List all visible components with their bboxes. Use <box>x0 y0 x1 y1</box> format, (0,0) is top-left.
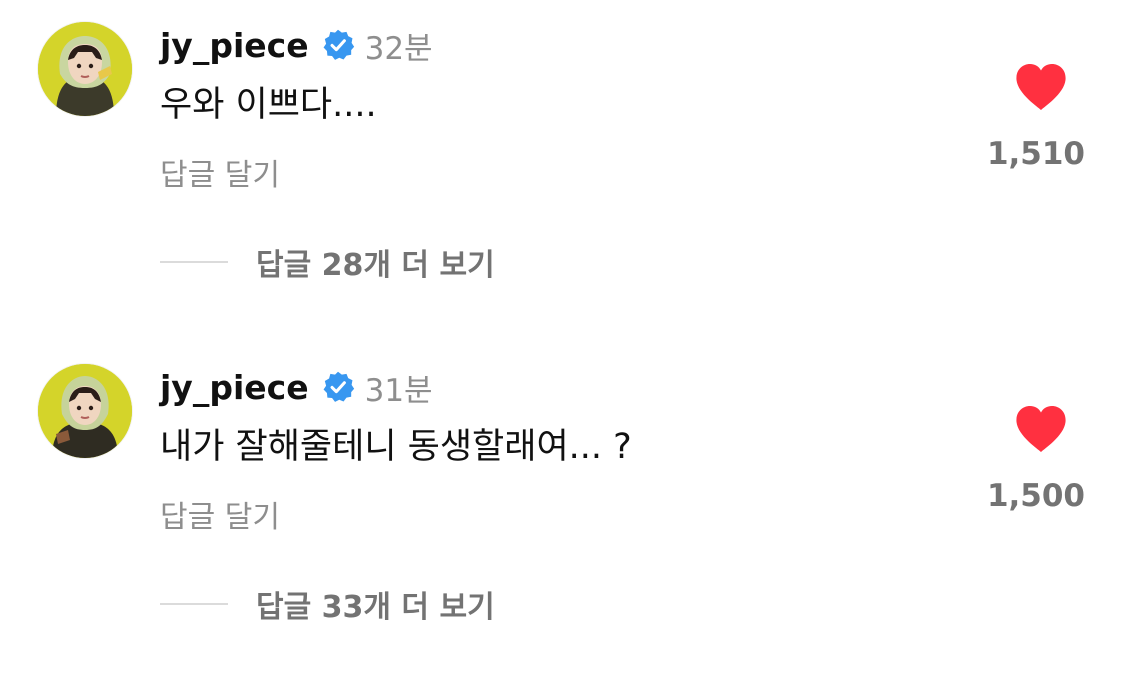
avatar[interactable] <box>38 364 132 458</box>
view-more-replies-label: 답글 33개 더 보기 <box>256 590 495 625</box>
verified-badge-icon <box>321 28 355 62</box>
reply-button[interactable]: 답글 달기 <box>160 150 280 194</box>
comment-item: jy_piece 31분 내가 잘해줄테니 동생할래여... ? 답글 달기 답… <box>0 342 1125 682</box>
reply-button[interactable]: 답글 달기 <box>160 492 280 536</box>
heart-icon[interactable] <box>1014 404 1068 454</box>
comment-time: 32분 <box>364 30 433 67</box>
comment-header: jy_piece 31분 <box>160 364 433 410</box>
view-more-replies-button[interactable]: 답글 33개 더 보기 <box>160 584 495 625</box>
verified-badge-icon <box>321 370 355 404</box>
view-more-replies-button[interactable]: 답글 28개 더 보기 <box>160 242 495 283</box>
comment-text: 내가 잘해줄테니 동생할래여... ? <box>160 427 632 467</box>
heart-icon[interactable] <box>1014 62 1068 112</box>
comment-header: jy_piece 32분 <box>160 22 433 68</box>
divider-line <box>160 603 228 605</box>
comment-text: 우와 이쁘다.... <box>160 85 377 125</box>
avatar[interactable] <box>38 22 132 116</box>
like-count: 1,510 <box>986 136 1085 172</box>
comment-time: 31분 <box>364 372 433 409</box>
like-count: 1,500 <box>986 478 1085 514</box>
view-more-replies-label: 답글 28개 더 보기 <box>256 248 495 283</box>
username[interactable]: jy_piece <box>160 26 309 65</box>
divider-line <box>160 261 228 263</box>
comment-item: jy_piece 32분 우와 이쁘다.... 답글 달기 답글 28개 더 보… <box>0 0 1125 340</box>
username[interactable]: jy_piece <box>160 368 309 407</box>
